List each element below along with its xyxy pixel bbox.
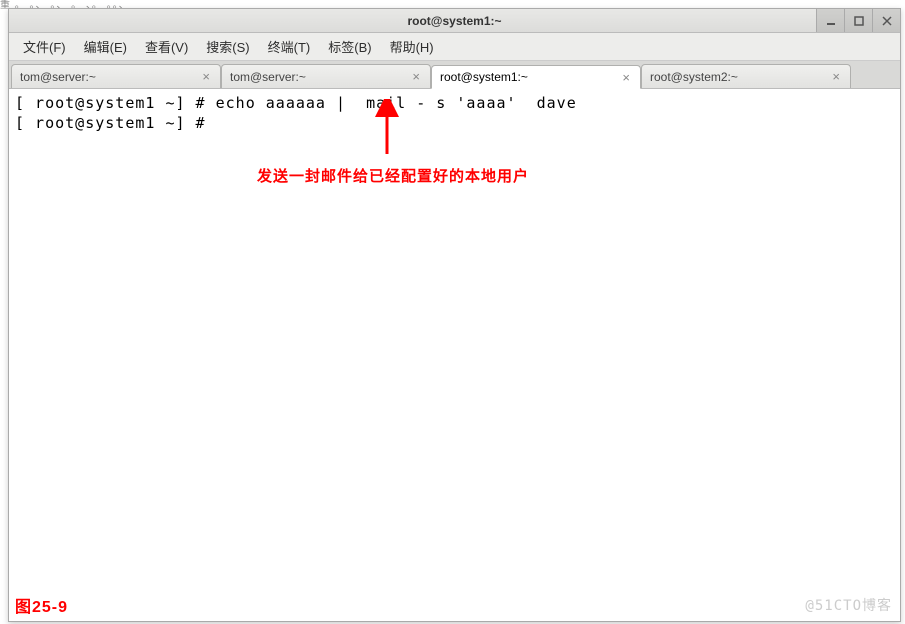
tab-label: root@system1:~: [440, 70, 620, 84]
tab-label: tom@server:~: [230, 70, 410, 84]
figure-label: 图25-9: [15, 593, 68, 617]
menu-file[interactable]: 文件(F): [15, 34, 74, 59]
menu-terminal[interactable]: 终端(T): [260, 34, 319, 59]
close-icon: [882, 16, 892, 26]
window-controls: [816, 9, 900, 32]
menu-view[interactable]: 查看(V): [137, 34, 196, 59]
titlebar: root@system1:~: [9, 9, 900, 33]
window-title: root@system1:~: [9, 14, 900, 28]
tab-label: tom@server:~: [20, 70, 200, 84]
annotation-text: 发送一封邮件给已经配置好的本地用户: [257, 165, 529, 186]
tab-root-system2[interactable]: root@system2:~ ×: [641, 64, 851, 88]
minimize-button[interactable]: [816, 9, 844, 32]
terminal-window: root@system1:~ 文件(F) 编辑(E) 查看(V) 搜索(S) 终…: [8, 8, 901, 622]
tab-tom-server-2[interactable]: tom@server:~ ×: [221, 64, 431, 88]
menu-help[interactable]: 帮助(H): [382, 34, 442, 59]
menu-search[interactable]: 搜索(S): [198, 34, 257, 59]
terminal-line-2: [ root@system1 ~] #: [15, 113, 894, 133]
menu-tabs[interactable]: 标签(B): [320, 34, 379, 59]
tab-close-icon[interactable]: ×: [200, 69, 212, 84]
tab-close-icon[interactable]: ×: [830, 69, 842, 84]
tab-close-icon[interactable]: ×: [410, 69, 422, 84]
tab-tom-server-1[interactable]: tom@server:~ ×: [11, 64, 221, 88]
minimize-icon: [826, 16, 836, 26]
menu-edit[interactable]: 编辑(E): [76, 34, 135, 59]
close-button[interactable]: [872, 9, 900, 32]
menubar: 文件(F) 编辑(E) 查看(V) 搜索(S) 终端(T) 标签(B) 帮助(H…: [9, 33, 900, 61]
tabbar: tom@server:~ × tom@server:~ × root@syste…: [9, 61, 900, 89]
terminal-line-1: [ root@system1 ~] # echo aaaaaa | mail -…: [15, 93, 894, 113]
terminal-body[interactable]: [ root@system1 ~] # echo aaaaaa | mail -…: [9, 89, 900, 621]
tab-label: root@system2:~: [650, 70, 830, 84]
watermark: @51CTO博客: [805, 595, 892, 615]
tab-root-system1[interactable]: root@system1:~ ×: [431, 65, 641, 89]
tab-close-icon[interactable]: ×: [620, 70, 632, 85]
maximize-button[interactable]: [844, 9, 872, 32]
maximize-icon: [854, 16, 864, 26]
